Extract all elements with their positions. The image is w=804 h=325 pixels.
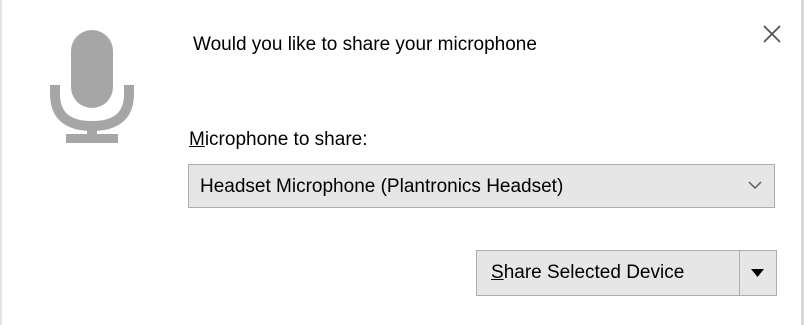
share-microphone-dialog: Would you like to share your microphone … bbox=[0, 0, 804, 325]
dropdown-arrow-icon bbox=[751, 269, 764, 277]
share-options-menu-button[interactable] bbox=[740, 251, 776, 295]
share-access-key: S bbox=[491, 262, 504, 283]
dialog-prompt: Would you like to share your microphone bbox=[193, 34, 537, 55]
microphone-icon bbox=[50, 30, 134, 143]
close-icon[interactable] bbox=[758, 20, 786, 48]
label-text: icrophone to share: bbox=[204, 129, 368, 150]
share-split-button: Share Selected Device bbox=[476, 250, 777, 296]
share-button-label: Share Selected Device bbox=[491, 261, 684, 285]
selected-microphone: Headset Microphone (Plantronics Headset) bbox=[200, 176, 564, 197]
microphone-select-label: Microphone to share: bbox=[189, 128, 368, 152]
label-access-key: M bbox=[189, 129, 205, 150]
chevron-down-icon bbox=[748, 181, 762, 189]
share-selected-device-button[interactable]: Share Selected Device bbox=[477, 251, 739, 295]
microphone-select[interactable]: Headset Microphone (Plantronics Headset) bbox=[188, 164, 775, 208]
share-label-text: hare Selected Device bbox=[503, 262, 685, 283]
